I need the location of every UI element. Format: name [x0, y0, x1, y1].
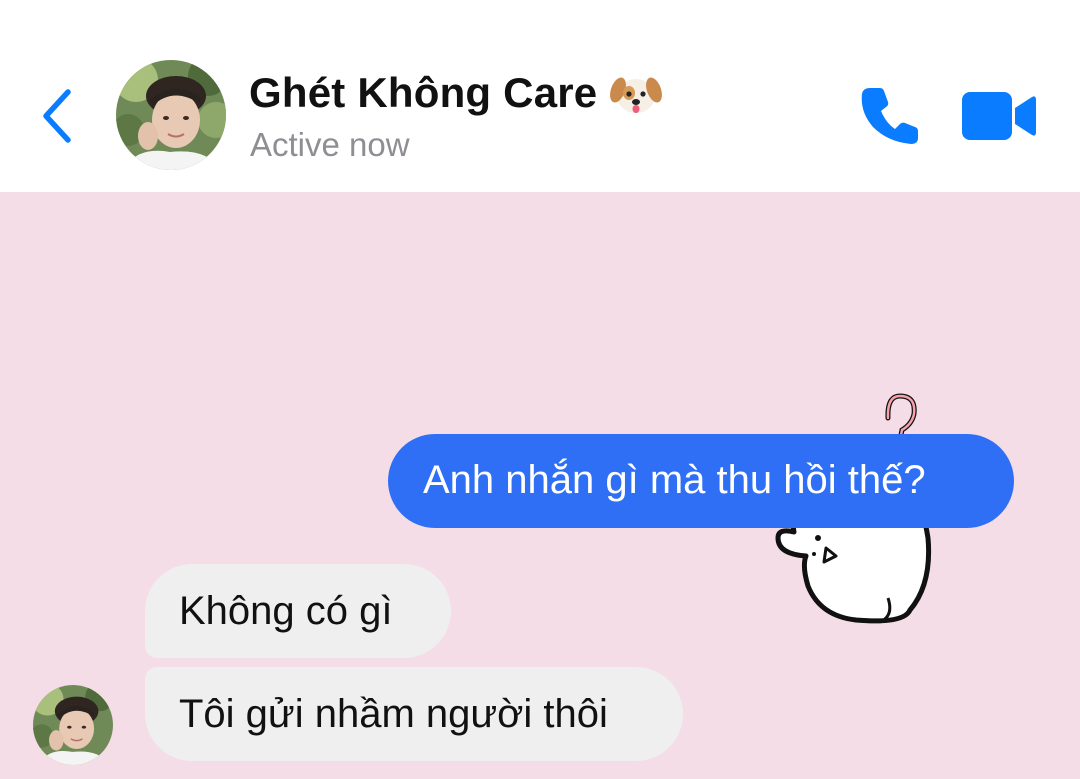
active-status: Active now	[250, 126, 410, 163]
contact-name[interactable]: Ghét Không Care	[249, 69, 597, 117]
back-button[interactable]	[36, 86, 80, 146]
video-camera-icon	[962, 92, 1036, 140]
video-call-button[interactable]	[960, 90, 1038, 142]
incoming-message-bubble[interactable]: Tôi gửi nhầm người thôi	[145, 667, 683, 761]
chevron-left-icon	[43, 89, 71, 143]
outgoing-message-bubble[interactable]: Anh nhắn gì mà thu hồi thế?	[388, 434, 1014, 528]
incoming-message-bubble[interactable]: Không có gì	[145, 564, 451, 658]
sender-photo	[33, 685, 113, 765]
dog-face-icon	[610, 77, 663, 113]
contact-avatar[interactable]	[116, 60, 226, 170]
sender-avatar[interactable]	[33, 685, 113, 765]
phone-icon	[861, 88, 918, 144]
message-thread[interactable]: Anh nhắn gì mà thu hồi thế? Không có gì …	[0, 192, 1080, 779]
contact-photo	[116, 60, 226, 170]
conversation-header: Ghét Không Care Active now	[0, 0, 1080, 192]
audio-call-button[interactable]	[858, 84, 920, 146]
